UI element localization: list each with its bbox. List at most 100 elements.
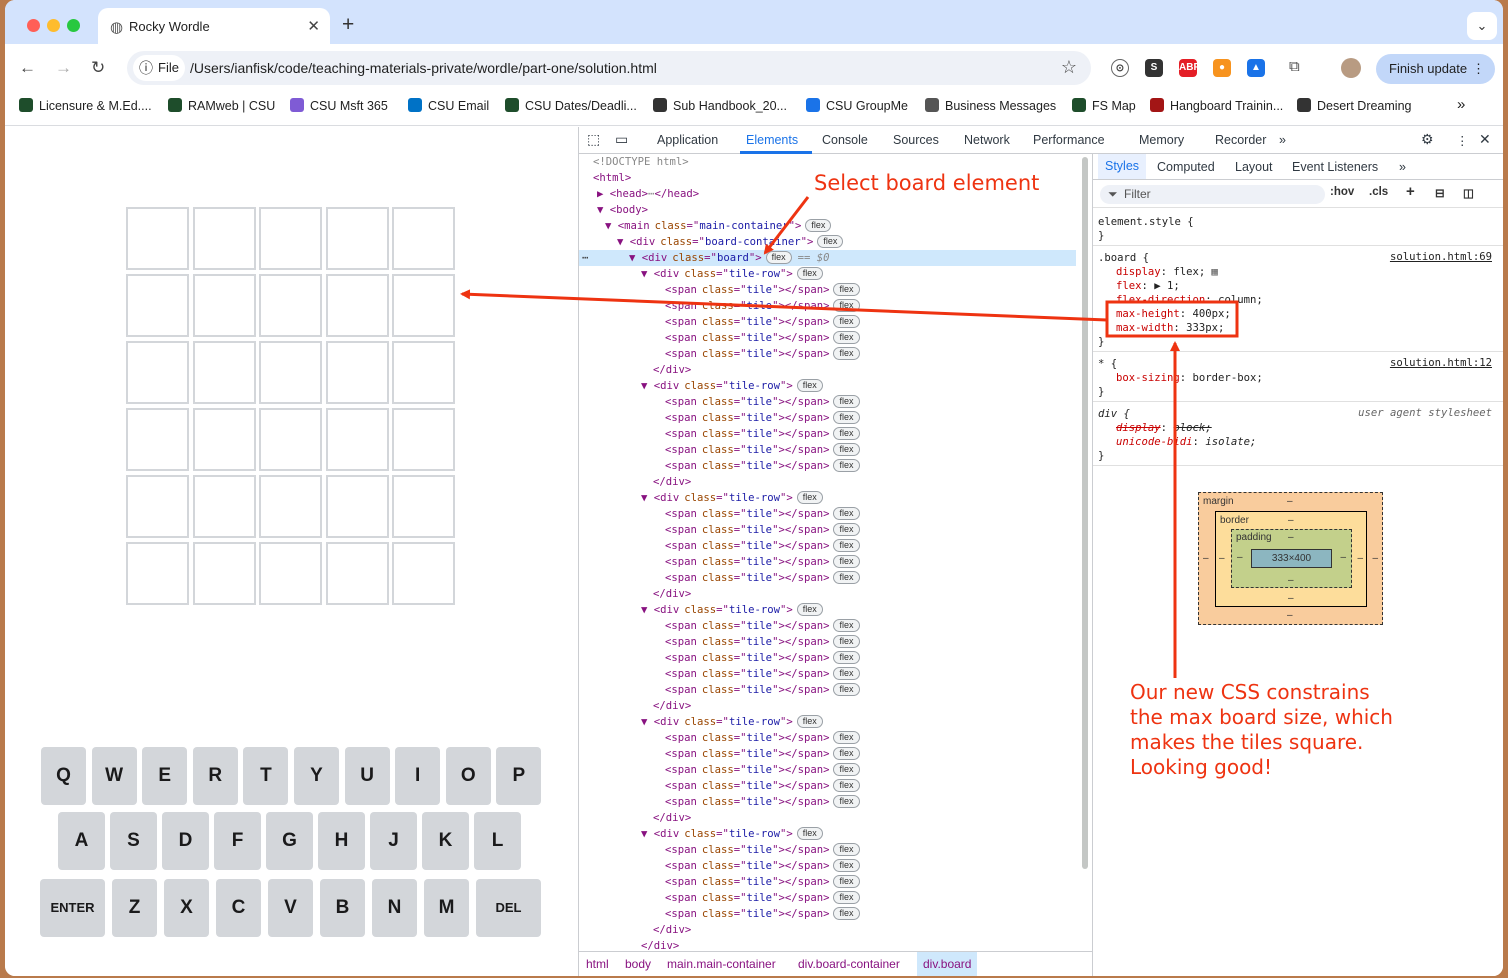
key-g[interactable]: G [266,812,313,870]
avatar[interactable] [1341,58,1361,78]
reload-icon[interactable]: ↻ [91,58,105,78]
breadcrumb-item[interactable]: div.board [917,952,978,976]
tile-row-node[interactable]: ▼ <div class="tile-row"> flex [579,266,1076,282]
key-e[interactable]: E [142,747,188,805]
tile-node[interactable]: <span class="tile"></span> flex [579,570,1076,586]
key-y[interactable]: Y [294,747,339,805]
flex-badge[interactable]: flex [833,347,860,360]
close-window-button[interactable] [27,19,40,32]
styles-tab-styles[interactable]: Styles [1098,154,1147,179]
zoom-window-button[interactable] [67,19,80,32]
key-k[interactable]: K [422,812,469,870]
tile-node[interactable]: <span class="tile"></span> flex [579,634,1076,650]
key-d[interactable]: D [162,812,209,870]
ext-grad-icon[interactable]: ▲ [1247,59,1265,77]
device-toolbar-icon[interactable]: ▭ [615,131,628,148]
flex-badge[interactable]: flex [833,523,860,536]
style-line[interactable]: element.style { [1098,215,1194,229]
tile-node[interactable]: <span class="tile"></span> flex [579,730,1076,746]
bookmark-item[interactable]: Business Messages [925,98,1056,113]
tile-row-node[interactable]: ▼ <div class="tile-row"> flex [579,826,1076,842]
tile-node[interactable]: <span class="tile"></span> flex [579,426,1076,442]
close-tab-icon[interactable]: ✕ [307,17,320,35]
tile-node[interactable]: <span class="tile"></span> flex [579,682,1076,698]
flex-badge[interactable]: flex [833,747,860,760]
css-property[interactable]: flex-direction [1116,294,1205,306]
style-line[interactable]: flex: ▶ 1; [1098,279,1180,293]
board-node[interactable]: ▼ <div class="board"> flex == $0 ⋯ [579,250,1076,266]
padding-top-value[interactable]: – [1288,532,1294,543]
tile-node[interactable]: <span class="tile"></span> flex [579,538,1076,554]
flex-badge[interactable]: flex [796,267,823,280]
style-line[interactable]: display: block; [1098,421,1212,435]
tile-node[interactable]: <span class="tile"></span> flex [579,314,1076,330]
css-property[interactable]: box-sizing [1116,372,1180,384]
body-node[interactable]: ▼ <body> [579,202,1076,218]
key-q[interactable]: Q [41,747,86,805]
css-property[interactable]: max-width [1116,322,1173,334]
flex-badge[interactable]: flex [833,539,860,552]
css-value[interactable]: flex; [1173,266,1205,278]
bookmark-item[interactable]: CSU GroupMe [806,98,908,113]
finish-update-button[interactable]: Finish update ⋮ [1376,54,1495,84]
css-property[interactable]: display [1116,266,1161,278]
devtools-tab-network[interactable]: Network [964,133,1010,147]
style-line[interactable]: unicode-bidi: isolate; [1098,435,1256,449]
tile-node[interactable]: <span class="tile"></span> flex [579,650,1076,666]
hov-toggle[interactable]: :hov [1330,186,1354,198]
new-tab-button[interactable]: + [342,13,354,37]
flex-badge[interactable]: flex [833,331,860,344]
tab-search-button[interactable]: ⌄ [1467,12,1497,40]
key-r[interactable]: R [192,747,238,805]
key-f[interactable]: F [214,812,261,870]
tile-node[interactable]: <span class="tile"></span> flex [579,506,1076,522]
flexbox-editor-icon[interactable]: ▦ [1211,266,1217,278]
tile-row-node[interactable]: ▼ <div class="tile-row"> flex [579,490,1076,506]
key-v[interactable]: V [268,879,313,937]
tile-node[interactable]: <span class="tile"></span> flex [579,874,1076,890]
flex-badge[interactable]: flex [833,619,860,632]
cls-toggle[interactable]: .cls [1369,186,1388,198]
key-w[interactable]: W [91,747,137,805]
key-enter[interactable]: ENTER [40,879,105,937]
margin-left-value[interactable]: – [1203,553,1209,564]
devtools-tab-elements[interactable]: Elements [746,133,798,147]
style-line[interactable]: } [1098,229,1104,243]
flex-badge[interactable]: flex [833,411,860,424]
flex-badge[interactable]: flex [833,763,860,776]
style-line[interactable]: box-sizing: border-box; [1098,371,1263,385]
filter-input[interactable]: ⏷ Filter [1100,185,1325,204]
key-i[interactable]: I [395,747,441,805]
devtools-tab-sources[interactable]: Sources [893,133,939,147]
key-n[interactable]: N [372,879,417,937]
key-s[interactable]: S [110,812,157,870]
devtools-tab-performance[interactable]: Performance [1033,133,1105,147]
ext-orange-icon[interactable]: ● [1213,59,1231,77]
devtools-tab-application[interactable]: Application [657,133,718,147]
css-property[interactable]: max-height [1116,308,1180,320]
style-line[interactable]: flex-direction: column; [1098,293,1263,307]
minimize-window-button[interactable] [47,19,60,32]
paint-icon[interactable]: ⊟ [1435,186,1445,200]
tile-node[interactable]: <span class="tile"></span> flex [579,842,1076,858]
close-div-node[interactable]: </div> [579,922,1076,938]
more-tabs-icon[interactable]: » [1279,133,1286,147]
devtools-tab-memory[interactable]: Memory [1139,133,1184,147]
key-p[interactable]: P [496,747,542,805]
close-div-node[interactable]: </div> [579,362,1076,378]
border-right-value[interactable]: – [1357,553,1363,564]
flex-badge[interactable]: flex [833,507,860,520]
style-line[interactable]: * { [1098,357,1117,371]
tile-row-node[interactable]: ▼ <div class="tile-row"> flex [579,602,1076,618]
flex-badge[interactable]: flex [833,315,860,328]
flex-badge[interactable]: flex [833,875,860,888]
elements-scrollbar[interactable] [1082,157,1088,869]
style-line[interactable]: .board { [1098,251,1149,265]
flex-badge[interactable]: flex [833,635,860,648]
close-div-node[interactable]: </div> [579,586,1076,602]
style-line[interactable]: } [1098,385,1104,399]
close-div-node[interactable]: </div> [579,698,1076,714]
bookmark-item[interactable]: Licensure & M.Ed.... [19,98,152,113]
close-devtools-icon[interactable]: ✕ [1479,131,1491,148]
tile-node[interactable]: <span class="tile"></span> flex [579,410,1076,426]
